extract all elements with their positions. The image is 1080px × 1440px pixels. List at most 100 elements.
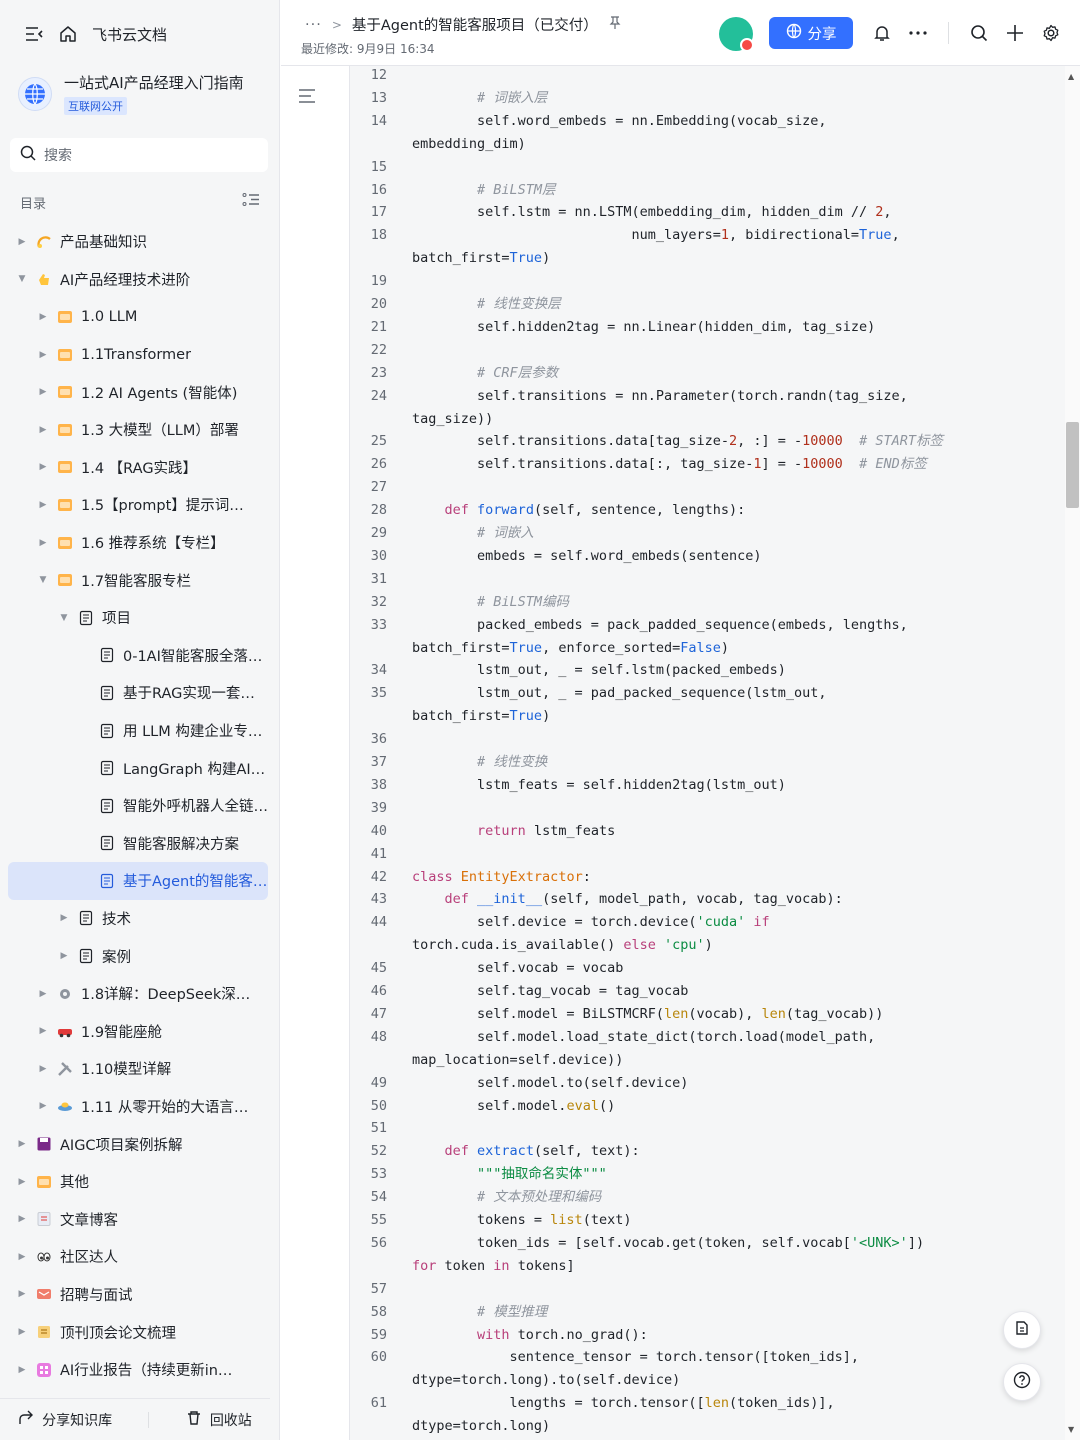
caret-right-icon[interactable]: ▶ [58, 951, 70, 961]
code-line[interactable]: 34 lstm_out, _ = self.lstm(packed_embeds… [350, 659, 1065, 682]
code-line[interactable]: 23 # CRF层参数 [350, 362, 1065, 385]
code-line[interactable]: 37 # 线性变换 [350, 751, 1065, 774]
breadcrumb-more[interactable]: ··· [305, 17, 322, 33]
code-line[interactable]: 28 def forward(self, sentence, lengths): [350, 499, 1065, 522]
sidebar-tree-item[interactable]: ▶ 1.11 从零开始的大语言模型 [8, 1088, 268, 1126]
code-line[interactable]: 31 [350, 568, 1065, 591]
sidebar-tree-item[interactable]: 用 LLM 构建企业专属客服 [8, 712, 268, 750]
code-line[interactable]: 47 self.model = BiLSTMCRF(len(vocab), le… [350, 1003, 1065, 1026]
outline-toggle-icon[interactable] [298, 88, 318, 108]
code-line[interactable]: batch_first=True) [350, 705, 1065, 728]
code-line[interactable]: 48 self.model.load_state_dict(torch.load… [350, 1026, 1065, 1049]
caret-right-icon[interactable]: ▶ [16, 1252, 28, 1262]
code-line[interactable]: 27 [350, 476, 1065, 499]
sidebar-tree-item[interactable]: 基于Agent的智能客服项目 [8, 862, 268, 900]
scroll-up-arrow-icon[interactable]: ▲ [1068, 72, 1074, 81]
sidebar-tree-item[interactable]: ▶ 社区达人 [8, 1238, 268, 1276]
sidebar-tree-item[interactable]: ▶ 招聘与面试 [8, 1276, 268, 1314]
search-icon[interactable] [968, 22, 990, 44]
code-line[interactable]: 42 class EntityExtractor: [350, 866, 1065, 889]
home-icon[interactable] [58, 24, 78, 44]
code-line[interactable]: 60 sentence_tensor = torch.tensor([token… [350, 1346, 1065, 1369]
code-line[interactable]: 57 [350, 1278, 1065, 1301]
code-line[interactable]: torch.cuda.is_available() else 'cpu') [350, 934, 1065, 957]
caret-down-icon[interactable]: ▼ [16, 274, 28, 284]
code-line[interactable]: dtype=torch.long) [350, 1415, 1065, 1438]
sidebar-tree-item[interactable]: LangGraph 构建AI客服 [8, 749, 268, 787]
sidebar-tree-item[interactable]: ▶ 1.8详解：DeepSeek深度推理模型 [8, 975, 268, 1013]
sidebar-tree-item[interactable]: ▼ 项目 [8, 599, 268, 637]
sidebar-tree-item[interactable]: ▶ 其他 [8, 1163, 268, 1201]
trash-button[interactable]: 回收站 [186, 1410, 252, 1430]
home-link[interactable]: 飞书云文档 [92, 24, 167, 45]
gear-icon[interactable] [1040, 22, 1062, 44]
code-line[interactable]: 25 self.transitions.data[tag_size-2, :] … [350, 430, 1065, 453]
more-icon[interactable] [907, 22, 929, 44]
code-line[interactable]: 58 # 模型推理 [350, 1301, 1065, 1324]
code-line[interactable]: 43 def __init__(self, model_path, vocab,… [350, 888, 1065, 911]
scrollbar[interactable] [1065, 66, 1080, 1440]
caret-right-icon[interactable]: ▶ [37, 1064, 49, 1074]
sidebar-tree-item[interactable]: ▼ 1.7智能客服专栏 [8, 561, 268, 599]
caret-right-icon[interactable]: ▶ [37, 350, 49, 360]
code-line[interactable]: 53 """抽取命名实体""" [350, 1163, 1065, 1186]
sidebar-tree-item[interactable]: ▶ 1.6 推荐系统【专栏】 [8, 524, 268, 562]
code-line[interactable]: 35 lstm_out, _ = pad_packed_sequence(lst… [350, 682, 1065, 705]
code-line[interactable]: 49 self.model.to(self.device) [350, 1072, 1065, 1095]
code-line[interactable]: 38 lstm_feats = self.hidden2tag(lstm_out… [350, 774, 1065, 797]
code-line[interactable]: map_location=self.device)) [350, 1049, 1065, 1072]
code-line[interactable]: dtype=torch.long).to(self.device) [350, 1369, 1065, 1392]
code-line[interactable]: 13 # 词嵌入层 [350, 87, 1065, 110]
collapse-sidebar-icon[interactable] [24, 24, 44, 44]
space-card[interactable]: 一站式AI产品经理入门指南 互联网公开 [18, 72, 244, 115]
code-line[interactable]: batch_first=True, enforce_sorted=False) [350, 637, 1065, 660]
code-block[interactable]: 12 13 # 词嵌入层 14 self.word_embeds = nn.Embe… [349, 66, 1065, 1440]
code-line[interactable]: 39 [350, 797, 1065, 820]
caret-down-icon[interactable]: ▼ [58, 613, 70, 623]
code-line[interactable]: batch_first=True) [350, 247, 1065, 270]
code-line[interactable]: 45 self.vocab = vocab [350, 957, 1065, 980]
scrollbar-thumb[interactable] [1066, 422, 1079, 508]
caret-right-icon[interactable]: ▶ [37, 500, 49, 510]
sidebar-tree-item[interactable]: ▶ 1.10模型详解 [8, 1050, 268, 1088]
code-line[interactable]: 56 token_ids = [self.vocab.get(token, se… [350, 1232, 1065, 1255]
sidebar-tree-item[interactable]: ▶ AIGC项目案例拆解 [8, 1125, 268, 1163]
code-line[interactable]: 30 embeds = self.word_embeds(sentence) [350, 545, 1065, 568]
code-line[interactable]: 33 packed_embeds = pack_padded_sequence(… [350, 614, 1065, 637]
code-line[interactable]: 16 # BiLSTM层 [350, 179, 1065, 202]
code-line[interactable]: 51 [350, 1117, 1065, 1140]
sidebar-tree-item[interactable]: ▶ 文章博客 [8, 1200, 268, 1238]
sidebar-tree-item[interactable]: ▶ 案例 [8, 937, 268, 975]
code-line[interactable]: 52 def extract(self, text): [350, 1140, 1065, 1163]
sidebar-tree-item[interactable]: ▶ 1.9智能座舱 [8, 1012, 268, 1050]
caret-right-icon[interactable]: ▶ [37, 312, 49, 322]
caret-right-icon[interactable]: ▶ [16, 1214, 28, 1224]
code-line[interactable]: 26 self.transitions.data[:, tag_size-1] … [350, 453, 1065, 476]
code-line[interactable]: for token in tokens] [350, 1255, 1065, 1278]
caret-right-icon[interactable]: ▶ [37, 1026, 49, 1036]
code-line[interactable]: 24 self.transitions = nn.Parameter(torch… [350, 385, 1065, 408]
caret-right-icon[interactable]: ▶ [16, 1327, 28, 1337]
sidebar-tree-item[interactable]: ▶ 1.5【prompt】提示词工程 [8, 486, 268, 524]
sidebar-tree-item[interactable]: 0-1AI智能客服全落地实战 [8, 637, 268, 675]
sidebar-tree-item[interactable]: ▶ 1.1Transformer [8, 336, 268, 374]
code-line[interactable]: 46 self.tag_vocab = tag_vocab [350, 980, 1065, 1003]
caret-right-icon[interactable]: ▶ [16, 1365, 28, 1375]
caret-down-icon[interactable]: ▼ [37, 575, 49, 585]
code-line[interactable]: 50 self.model.eval() [350, 1095, 1065, 1118]
sidebar-tree-item[interactable]: ▶ 顶刊顶会论文梳理 [8, 1313, 268, 1351]
code-line[interactable]: 41 [350, 843, 1065, 866]
code-line[interactable]: 59 with torch.no_grad(): [350, 1324, 1065, 1347]
comment-panel-button[interactable] [1003, 1311, 1041, 1349]
code-line[interactable]: 55 tokens = list(text) [350, 1209, 1065, 1232]
code-line[interactable]: 44 self.device = torch.device('cuda' if [350, 911, 1065, 934]
search-input[interactable]: 搜索 [10, 138, 268, 172]
code-line[interactable]: 29 # 词嵌入 [350, 522, 1065, 545]
pin-icon[interactable] [608, 15, 622, 34]
caret-right-icon[interactable]: ▶ [16, 1289, 28, 1299]
code-line[interactable]: 36 [350, 728, 1065, 751]
sidebar-tree-item[interactable]: 基于RAG实现一套企业级知识库 [8, 674, 268, 712]
caret-right-icon[interactable]: ▶ [37, 425, 49, 435]
code-line[interactable]: embedding_dim) [350, 133, 1065, 156]
code-line[interactable]: 17 self.lstm = nn.LSTM(embedding_dim, hi… [350, 201, 1065, 224]
